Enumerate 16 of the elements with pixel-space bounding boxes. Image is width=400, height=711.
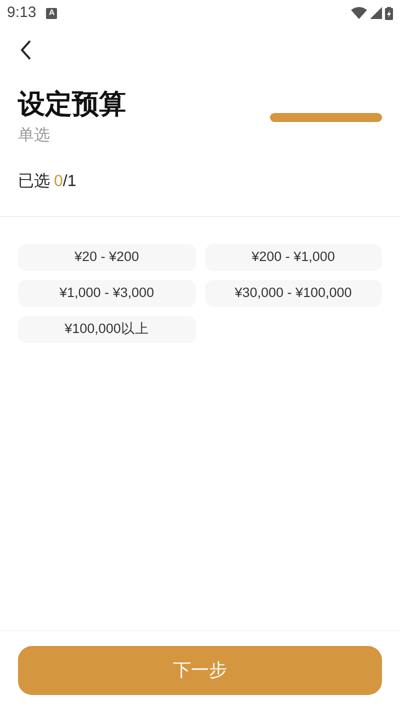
back-icon [20,40,32,60]
budget-option[interactable]: ¥20 - ¥200 [18,244,196,271]
wifi-icon [351,7,367,19]
battery-icon [385,6,393,20]
budget-option[interactable]: ¥30,000 - ¥100,000 [204,280,382,307]
selected-count: 0 [54,172,63,192]
signal-icon [370,7,382,19]
budget-option[interactable]: ¥100,000以上 [18,316,196,343]
selected-label: 已选 [18,172,50,192]
notification-icon: A [46,8,58,18]
page-title: 设定预算 [18,88,126,121]
status-time: 9:13 [7,2,36,23]
budget-option[interactable]: ¥1,000 - ¥3,000 [18,280,196,307]
page-subtitle: 单选 [18,126,51,146]
budget-option[interactable]: ¥200 - ¥1,000 [204,244,382,271]
selected-total: /1 [62,172,76,192]
